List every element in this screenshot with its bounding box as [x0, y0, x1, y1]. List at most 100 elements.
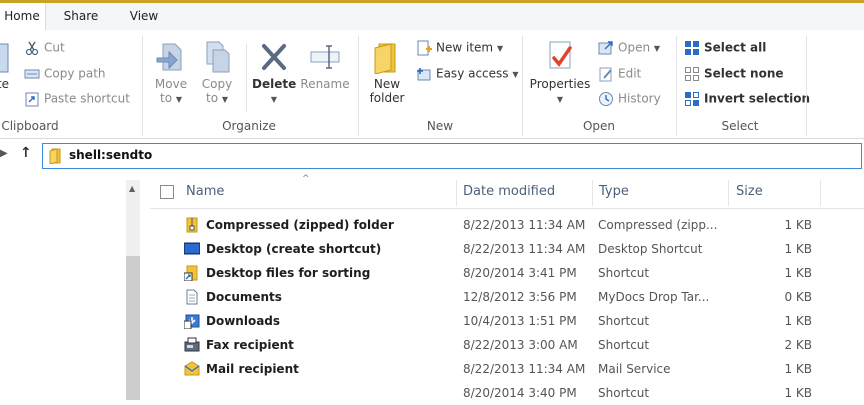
file-name: Mail recipient [206, 362, 299, 376]
sort-ascending-icon: ^ [302, 174, 310, 184]
tab-view[interactable]: View [120, 3, 168, 30]
tab-home[interactable]: Home [0, 3, 46, 32]
document-icon [186, 289, 198, 305]
easy-access-icon [417, 67, 431, 80]
chevron-down-icon: ▼ [556, 95, 564, 104]
column-date-modified[interactable]: Date modified [463, 176, 555, 208]
move-to-icon [156, 43, 182, 71]
easy-access-button[interactable]: Easy access ▼ [416, 63, 519, 83]
up-arrow-icon[interactable]: ↑ [20, 145, 32, 161]
invert-selection-button[interactable]: Invert selection [684, 88, 810, 108]
copy-path-button[interactable]: Copy path [24, 63, 106, 83]
paste-shortcut-icon [25, 92, 39, 106]
file-size: 2 KB [784, 338, 812, 352]
desktop-icon [184, 242, 200, 255]
column-separator[interactable] [592, 180, 593, 206]
column-type[interactable]: Type [599, 176, 629, 208]
invert-selection-icon [685, 91, 699, 106]
copy-to-button[interactable]: Copy to ▼ [196, 40, 238, 107]
file-row[interactable]: Compressed (zipped) folder 8/22/2013 11:… [150, 213, 864, 237]
history-label: History [618, 91, 661, 106]
file-row[interactable]: Desktop files for sorting 8/20/2014 3:41… [150, 261, 864, 285]
new-folder-label-1: New [373, 77, 401, 91]
history-button[interactable]: History [598, 88, 661, 108]
nav-scrollbar-thumb[interactable] [126, 256, 140, 400]
group-separator [142, 36, 143, 136]
edit-label: Edit [618, 66, 642, 81]
open-label: Open [618, 40, 651, 55]
group-label-new: New [426, 119, 454, 133]
scissors-icon [25, 41, 39, 55]
file-size: 1 KB [784, 218, 812, 232]
edit-button[interactable]: Edit [598, 63, 641, 83]
paste-shortcut-label: Paste shortcut [44, 91, 130, 106]
select-all-checkbox[interactable] [160, 185, 174, 199]
file-row[interactable]: Mail recipient 8/22/2013 11:34 AM Mail S… [150, 357, 864, 381]
open-icon [598, 40, 613, 54]
address-path: shell:sendto [69, 148, 153, 162]
file-row[interactable]: Desktop (create shortcut) 8/22/2013 11:3… [150, 237, 864, 261]
file-size: 0 KB [784, 290, 812, 304]
open-button[interactable]: Open ▼ [598, 37, 660, 57]
file-size: 1 KB [784, 362, 812, 376]
folder-icon [49, 148, 61, 164]
file-type: Shortcut [598, 266, 650, 280]
forward-arrow-icon[interactable]: ▶ [0, 148, 8, 159]
file-name: Fax recipient [206, 338, 294, 352]
file-date: 8/20/2014 3:41 PM [463, 266, 577, 280]
properties-label: Properties [529, 77, 591, 91]
file-name [206, 381, 476, 405]
copy-to-label-2: to [205, 91, 219, 105]
tab-share[interactable]: Share [56, 3, 106, 30]
chevron-down-icon: ▼ [221, 95, 229, 104]
easy-access-label: Easy access [436, 66, 509, 81]
file-row[interactable]: 8/20/2014 3:40 PM Shortcut 1 KB [150, 381, 864, 405]
select-none-icon [685, 66, 699, 81]
paste-icon [0, 43, 9, 73]
properties-button[interactable]: Properties ▼ [528, 40, 592, 107]
delete-button[interactable]: Delete ▼ [252, 40, 296, 107]
group-label-open: Open [582, 119, 616, 133]
select-none-button[interactable]: Select none [684, 63, 784, 83]
file-size: 1 KB [784, 266, 812, 280]
file-size: 1 KB [784, 386, 812, 400]
cut-label: Cut [44, 40, 65, 55]
cut-button[interactable]: Cut [24, 37, 65, 57]
copy-path-icon [24, 69, 40, 78]
chevron-down-icon: ▼ [270, 95, 278, 104]
mail-icon [184, 361, 200, 376]
scroll-up-arrow-icon[interactable]: ▲ [129, 184, 135, 193]
column-size[interactable]: Size [736, 176, 763, 208]
group-separator [676, 36, 677, 136]
new-item-button[interactable]: New item ▼ [416, 37, 503, 57]
select-none-label: Select none [704, 66, 784, 81]
file-row[interactable]: Downloads 10/4/2013 1:51 PM Shortcut 1 K… [150, 309, 864, 333]
file-row[interactable]: Fax recipient 8/22/2013 3:00 AM Shortcut… [150, 333, 864, 357]
move-to-button[interactable]: Move to ▼ [150, 40, 192, 107]
edit-icon [599, 67, 612, 81]
move-to-label-1: Move [154, 77, 188, 91]
select-all-icon [685, 40, 699, 55]
column-separator[interactable] [728, 180, 729, 206]
address-bar[interactable]: shell:sendto [42, 143, 862, 169]
group-separator [806, 36, 807, 136]
file-type: Shortcut [598, 386, 650, 400]
file-type: Desktop Shortcut [598, 242, 703, 256]
select-all-button[interactable]: Select all [684, 37, 766, 57]
file-date: 10/4/2013 1:51 PM [463, 314, 577, 328]
file-name: Desktop files for sorting [206, 266, 371, 280]
file-row[interactable]: Documents 12/8/2012 3:56 PM MyDocs Drop … [150, 285, 864, 309]
paste-button[interactable]: te [0, 40, 12, 91]
column-name[interactable]: Name [186, 176, 224, 208]
column-separator[interactable] [820, 180, 821, 206]
file-size: 1 KB [784, 314, 812, 328]
file-date: 12/8/2012 3:56 PM [463, 290, 577, 304]
column-separator[interactable] [456, 180, 457, 206]
rename-button[interactable]: Rename [300, 40, 350, 91]
chevron-down-icon: ▼ [496, 44, 504, 53]
history-icon [599, 91, 613, 106]
group-label-clipboard: Clipboard [1, 119, 59, 133]
file-name: Documents [206, 290, 282, 304]
new-folder-button[interactable]: New folder [364, 40, 410, 105]
paste-shortcut-button[interactable]: Paste shortcut [24, 88, 130, 108]
